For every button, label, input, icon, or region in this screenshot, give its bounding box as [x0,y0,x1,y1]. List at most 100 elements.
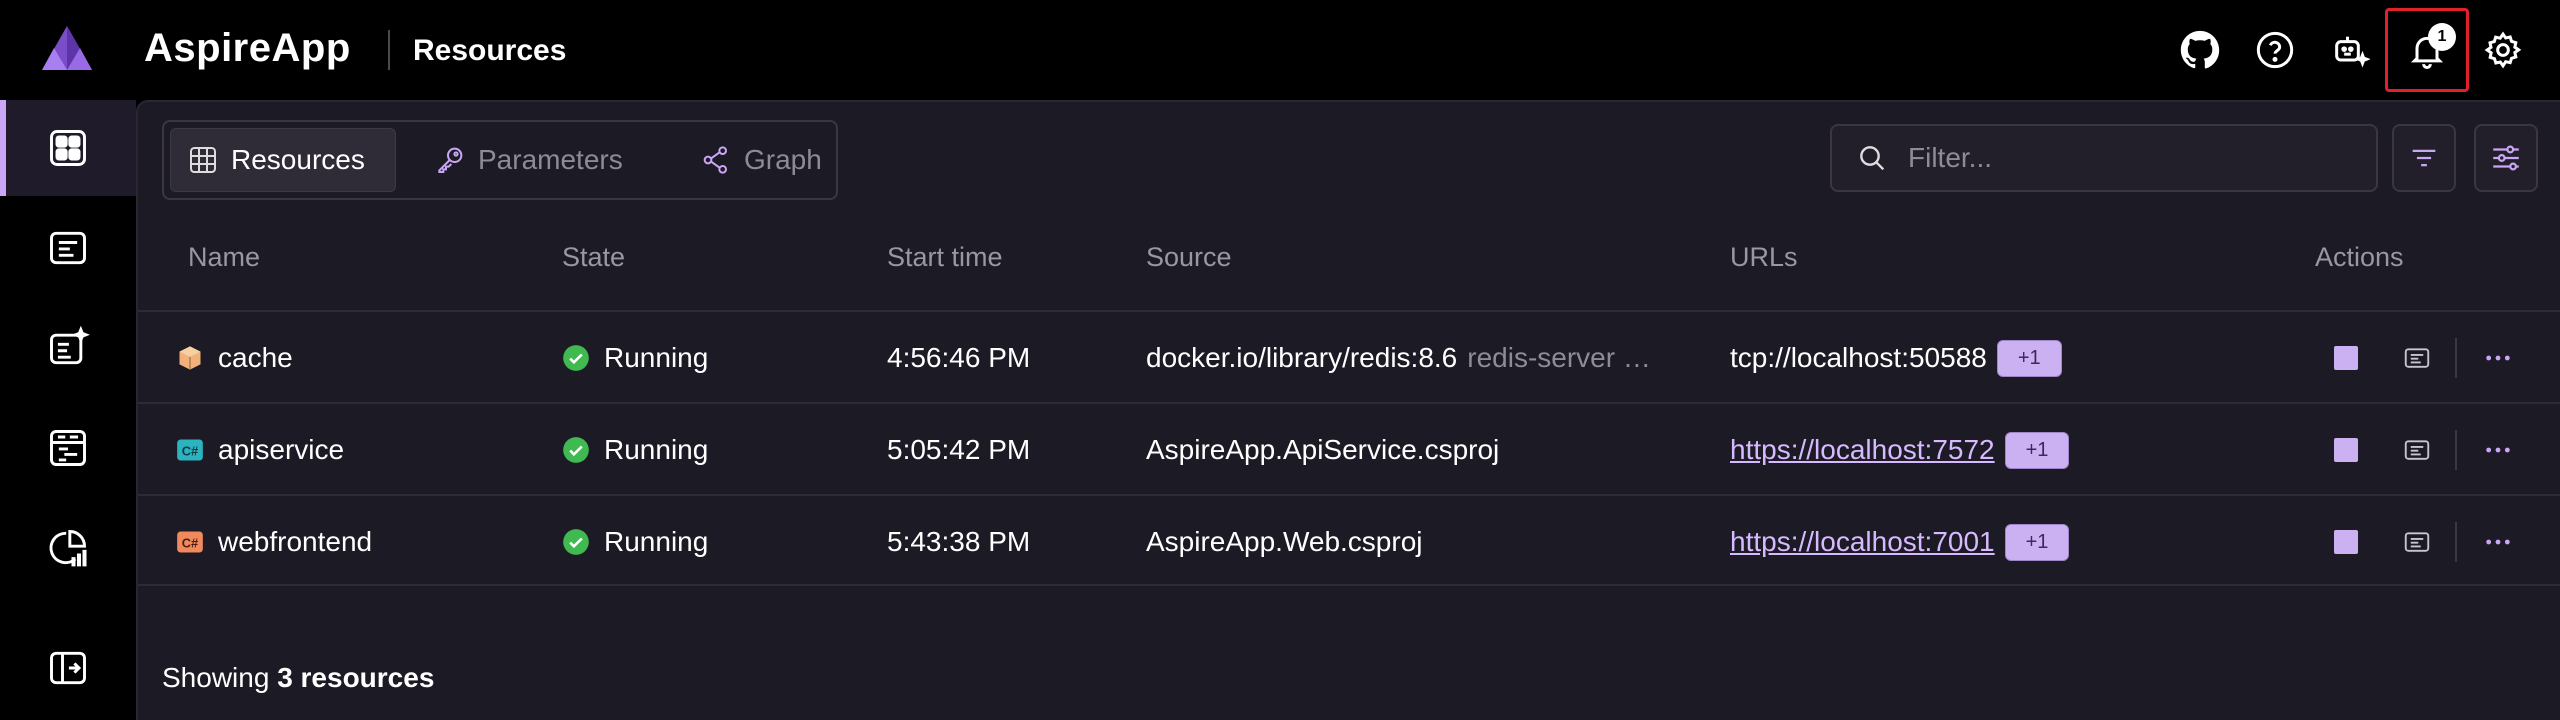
traces-icon [50,430,86,466]
resource-name[interactable]: webfrontend [218,526,372,558]
column-header-urls[interactable]: URLs [1730,242,1798,273]
stop-button[interactable] [2334,312,2358,404]
url-link[interactable]: https://localhost:7001 [1730,526,1995,558]
check-circle-icon [563,529,589,555]
start-time-cell: 4:56:46 PM [887,342,1031,373]
table-row[interactable]: C# apiservice Running 5:05:42 PM AspireA… [138,402,2560,494]
resource-name-cell: cache [176,312,293,404]
key-icon [438,147,463,173]
svg-text:C#: C# [182,443,198,458]
check-circle-icon [563,437,589,463]
column-header-source[interactable]: Source [1146,242,1232,273]
svg-text:C#: C# [182,535,198,550]
collapse-icon [50,651,86,685]
more-urls-badge[interactable]: +1 [2004,523,2070,561]
column-header-start-time[interactable]: Start time [887,242,1003,273]
sidebar-item-structured-logs[interactable] [0,300,136,396]
tab-resources-label: Resources [231,144,365,175]
column-header-actions: Actions [2315,242,2404,272]
console-logs-button[interactable] [2402,312,2432,404]
resource-name[interactable]: cache [218,342,293,374]
filter-options-button[interactable] [2392,124,2456,192]
more-urls-badge[interactable]: +1 [1996,339,2062,377]
actions-separator [2455,496,2457,588]
url-text: tcp://localhost:50588 [1730,342,1987,373]
summary-count: 3 resources [277,662,435,693]
actions-separator [2455,312,2457,404]
console-icon [50,231,86,265]
top-bar: AspireApp Resources 1 [0,0,2560,100]
filter-input[interactable] [1908,142,2348,174]
urls-cell: tcp://localhost:50588 +1 [1730,312,2062,404]
github-icon [2180,30,2220,69]
ai-assistant-icon [2335,36,2370,68]
column-header-name[interactable]: Name [188,242,260,273]
ai-assistant-button[interactable] [2318,18,2382,82]
column-header-state[interactable]: State [562,242,625,273]
url-link[interactable]: https://localhost:7572 [1730,434,1995,466]
header-divider [388,30,390,70]
stop-icon [2334,346,2358,370]
resource-count-summary: Showing 3 resources [162,662,434,694]
github-button[interactable] [2168,18,2232,82]
help-button[interactable] [2243,18,2307,82]
app-name[interactable]: AspireApp [144,26,351,71]
view-tabs: Resources Parameters Graph [162,120,838,200]
settings-button[interactable] [2471,18,2535,82]
share-graph-icon [703,146,727,174]
urls-cell: https://localhost:7572 +1 [1730,404,2070,496]
table-row[interactable]: C# webfrontend Running 5:43:38 PM Aspire… [138,494,2560,586]
filter-field[interactable] [1830,124,2378,192]
sidebar-item-console-logs[interactable] [0,200,136,296]
container-icon [179,346,201,370]
sidebar-collapse-button[interactable] [0,620,136,716]
aspire-logo-icon [42,26,92,70]
tab-graph-label: Graph [744,144,822,175]
more-actions-button[interactable] [2482,312,2514,404]
start-time-cell: 5:43:38 PM [887,526,1031,557]
csharp-project-icon: C# [177,531,203,553]
console-icon [2404,348,2430,368]
stop-button[interactable] [2334,404,2358,496]
filter-lines-icon [2412,149,2436,167]
more-urls-badge[interactable]: +1 [2004,431,2070,469]
csharp-project-icon: C# [177,439,203,461]
console-logs-button[interactable] [2402,496,2432,588]
stop-icon [2334,530,2358,554]
source-cell: AspireApp.Web.csproj [1146,496,1423,588]
sidebar-item-resources[interactable] [0,100,136,196]
grid-icon [50,130,86,166]
source-text: docker.io/library/redis:8.6 [1146,342,1458,373]
stop-icon [2334,438,2358,462]
more-actions-button[interactable] [2482,496,2514,588]
help-icon [2256,31,2294,69]
tab-graph[interactable]: Graph [684,128,838,192]
source-text: AspireApp.ApiService.csproj [1146,434,1500,465]
notification-count-badge: 1 [2428,23,2456,51]
structured-logs-icon [50,326,90,365]
table-icon [190,147,216,173]
stop-button[interactable] [2334,496,2358,588]
more-horizontal-icon [2486,355,2510,361]
state-cell: Running [562,312,708,404]
tab-resources[interactable]: Resources [170,128,396,192]
state-cell: Running [562,404,708,496]
gear-icon [2484,31,2522,69]
more-actions-button[interactable] [2482,404,2514,496]
summary-prefix: Showing [162,662,270,693]
source-text: AspireApp.Web.csproj [1146,526,1423,557]
sidebar-item-metrics[interactable] [0,500,136,596]
more-horizontal-icon [2486,539,2510,545]
sidebar-item-traces[interactable] [0,400,136,496]
notifications-button[interactable]: 1 [2385,8,2469,92]
source-cell: AspireApp.ApiService.csproj [1146,404,1499,496]
settings-sliders-button[interactable] [2474,124,2538,192]
tab-parameters[interactable]: Parameters [418,128,639,192]
console-logs-button[interactable] [2402,404,2432,496]
console-icon [2404,532,2430,552]
resource-name[interactable]: apiservice [218,434,344,466]
state-text: Running [604,434,709,465]
resource-name-cell: C# apiservice [176,404,344,496]
table-row[interactable]: cache Running 4:56:46 PM docker.io/libra… [138,310,2560,402]
state-text: Running [604,342,709,373]
